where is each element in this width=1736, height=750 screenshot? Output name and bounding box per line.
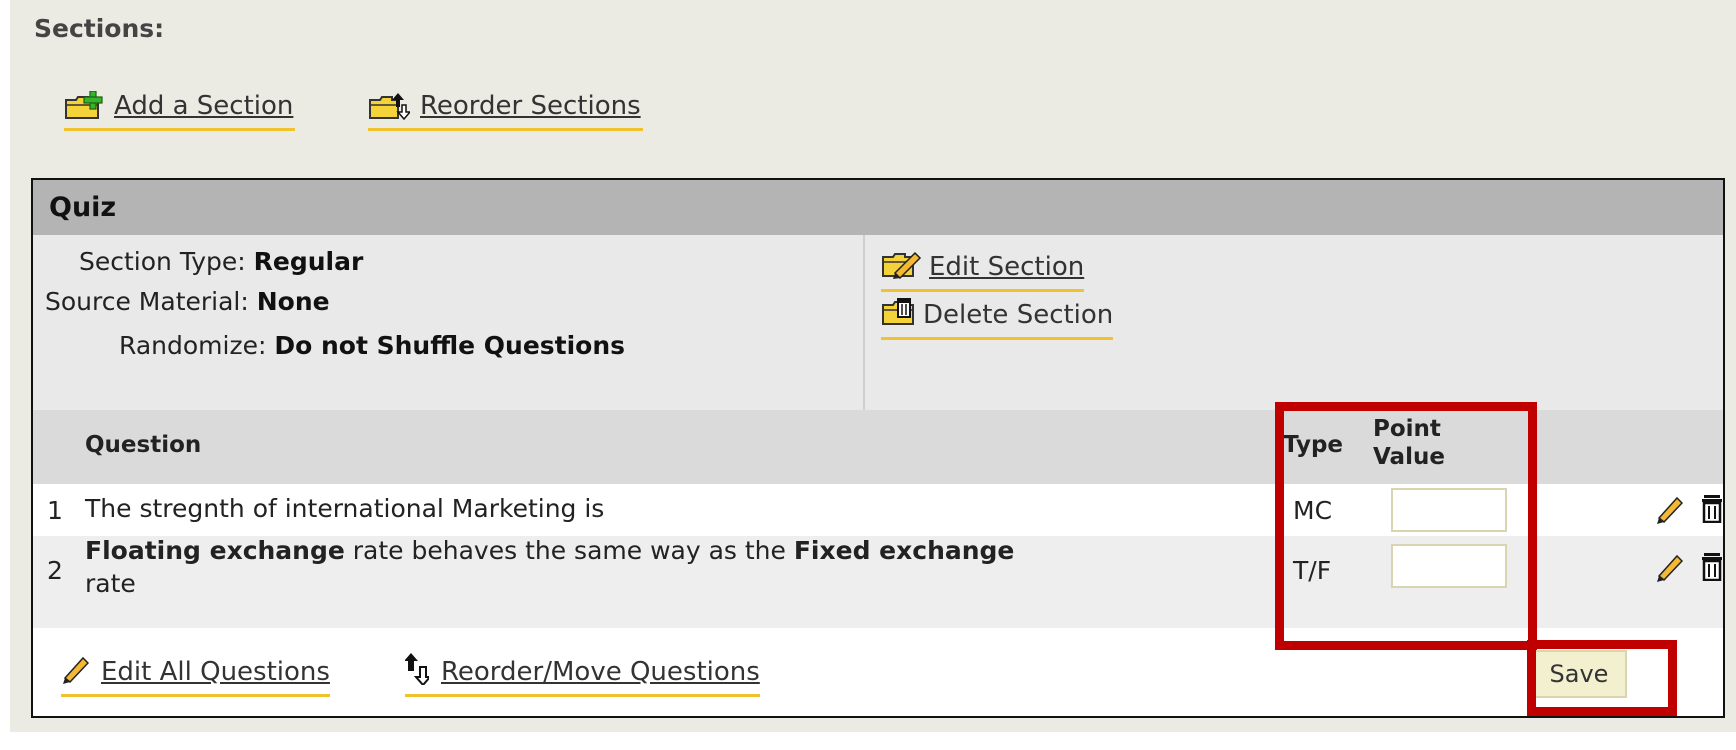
point-value-input[interactable] bbox=[1391, 544, 1507, 588]
questions-spacer bbox=[33, 598, 1723, 628]
randomize-label: Randomize: bbox=[119, 331, 267, 360]
point-value-header-line2: Value bbox=[1373, 444, 1445, 470]
reorder-arrows-icon bbox=[404, 652, 433, 692]
reorder-sections-label: Reorder Sections bbox=[420, 91, 641, 121]
quiz-title: Quiz bbox=[33, 180, 1723, 235]
trash-icon[interactable] bbox=[1701, 553, 1723, 585]
section-type-label: Section Type: bbox=[79, 247, 246, 276]
source-material-label: Source Material: bbox=[45, 287, 249, 316]
save-button[interactable]: Save bbox=[1531, 650, 1627, 698]
reorder-move-questions-label: Reorder/Move Questions bbox=[441, 657, 760, 687]
trash-icon[interactable] bbox=[1701, 495, 1723, 527]
reorder-move-questions-link[interactable]: Reorder/Move Questions bbox=[404, 650, 760, 697]
delete-section-link[interactable]: Delete Section bbox=[881, 293, 1114, 340]
folder-reorder-icon bbox=[368, 91, 410, 121]
question-text-plain: rate behaves the same way as the bbox=[344, 536, 794, 565]
reorder-sections-link[interactable]: Reorder Sections bbox=[368, 84, 643, 131]
add-section-label: Add a Section bbox=[114, 91, 294, 121]
question-text-bold: Fixed exchange bbox=[793, 536, 1015, 565]
randomize-value: Do not Shuffle Questions bbox=[274, 331, 626, 360]
question-row: 2 Floating exchange rate behaves the sam… bbox=[33, 536, 1723, 598]
question-number: 1 bbox=[47, 496, 63, 525]
question-text: Floating exchange rate behaves the same … bbox=[85, 534, 1014, 600]
section-type-value: Regular bbox=[253, 247, 364, 276]
question-text-bold: Floating exchange bbox=[85, 536, 345, 565]
sections-panel: Sections: Add a Section Reorder Sections… bbox=[10, 0, 1736, 732]
edit-all-questions-label: Edit All Questions bbox=[101, 657, 330, 687]
question-type: MC bbox=[1293, 496, 1333, 525]
pencil-icon[interactable] bbox=[1655, 552, 1684, 586]
section-type-row: Section Type: Regular bbox=[79, 247, 363, 276]
question-column-header: Question bbox=[85, 432, 202, 458]
pencil-icon[interactable] bbox=[1655, 494, 1684, 528]
edit-section-icon bbox=[881, 249, 923, 286]
pencil-icon bbox=[61, 654, 90, 691]
questions-header: Question Type Point Value bbox=[33, 410, 1723, 484]
question-row: 1 The stregnth of international Marketin… bbox=[33, 484, 1723, 536]
quiz-section: Quiz Section Type: Regular Source Materi… bbox=[31, 178, 1725, 718]
edit-section-label: Edit Section bbox=[929, 252, 1085, 282]
edit-all-questions-link[interactable]: Edit All Questions bbox=[61, 650, 330, 697]
delete-section-icon bbox=[881, 297, 917, 334]
section-info-details: Section Type: Regular Source Material: N… bbox=[33, 235, 865, 410]
sections-heading: Sections: bbox=[34, 14, 165, 43]
edit-section-link[interactable]: Edit Section bbox=[881, 245, 1085, 292]
delete-section-label: Delete Section bbox=[923, 300, 1114, 330]
question-text-continued: rate bbox=[85, 569, 136, 598]
question-text: The stregnth of international Marketing … bbox=[85, 494, 605, 523]
randomize-row: Randomize: Do not Shuffle Questions bbox=[119, 331, 625, 360]
folder-add-icon bbox=[64, 91, 104, 121]
question-number: 2 bbox=[47, 556, 63, 585]
point-value-input[interactable] bbox=[1391, 488, 1507, 532]
point-value-header-line1: Point bbox=[1373, 416, 1441, 442]
type-column-header: Type bbox=[1283, 432, 1344, 458]
source-material-value: None bbox=[256, 287, 330, 316]
question-type: T/F bbox=[1293, 556, 1332, 585]
section-info: Section Type: Regular Source Material: N… bbox=[33, 235, 1723, 410]
source-material-row: Source Material: None bbox=[45, 287, 330, 316]
add-section-link[interactable]: Add a Section bbox=[64, 84, 296, 131]
